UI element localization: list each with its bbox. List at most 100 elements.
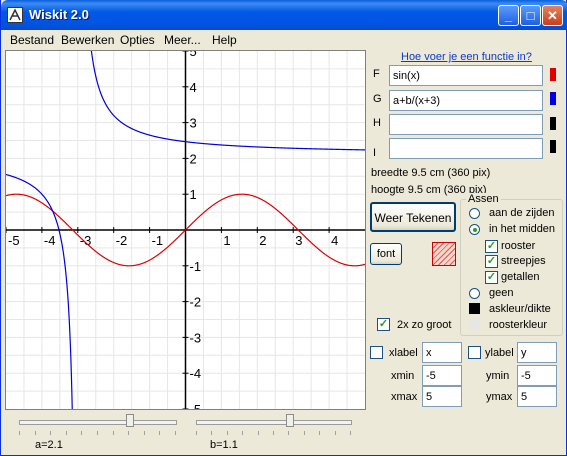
slider-tick [19, 431, 20, 435]
fill-pattern-button[interactable] [432, 242, 456, 266]
y-tick-label: 3 [190, 116, 197, 131]
axes-middle-radio[interactable] [469, 224, 480, 235]
function-g-color-swatch[interactable] [550, 92, 556, 105]
function-h-color-swatch[interactable] [550, 117, 556, 130]
slider-tick [288, 431, 290, 435]
slider-tick [226, 431, 228, 435]
slider-tick [257, 431, 259, 435]
menu-help[interactable]: Help [212, 33, 237, 47]
axes-none-label: geen [489, 287, 514, 299]
maximize-button[interactable]: □ [520, 5, 541, 26]
y-tick-label: 2 [190, 151, 197, 166]
slider-tick [50, 431, 52, 435]
slider-tick [112, 431, 114, 435]
grid-label: rooster [501, 240, 536, 252]
function-h-input[interactable] [389, 114, 543, 135]
ymin-label: ymin [486, 370, 510, 382]
y-tick-label: -5 [190, 402, 202, 409]
ymax-input[interactable]: 5 [517, 386, 557, 407]
menu-bewerken[interactable]: Bewerken [61, 33, 114, 47]
y-tick-label: -1 [190, 259, 202, 274]
menu-meer[interactable]: Meer... [164, 33, 201, 47]
y-tick-label: -2 [190, 295, 202, 310]
double-size-label: 2x zo groot [397, 319, 452, 331]
slider-tick [128, 431, 130, 435]
x-tick-label: 2 [259, 233, 266, 248]
font-button[interactable]: font [370, 243, 402, 265]
y-tick-label: 4 [190, 80, 197, 95]
function-f-label: F [373, 68, 380, 80]
grid-color-swatch[interactable] [469, 319, 480, 330]
axis-color-swatch[interactable] [469, 303, 480, 314]
slider-tick [34, 431, 36, 435]
slider-a-track[interactable] [19, 420, 177, 425]
slider-tick [143, 431, 145, 435]
menu-opties[interactable]: Opties [120, 33, 155, 47]
y-tick-label: -4 [190, 366, 202, 381]
slider-b-thumb[interactable] [285, 414, 294, 427]
width-info: breedte 9.5 cm (360 pix) [371, 167, 491, 179]
slider-tick [175, 431, 176, 435]
axes-groupbox [460, 199, 563, 336]
xmax-label: xmax [391, 391, 418, 403]
y-tick-label: 1 [190, 187, 197, 202]
title-bar[interactable]: Wiskit 2.0 _ □ ✕ [1, 0, 567, 30]
x-tick-label: 1 [223, 233, 230, 248]
slider-a-label: a=2.1 [35, 439, 63, 451]
close-button[interactable]: ✕ [542, 5, 563, 26]
slider-tick [65, 431, 67, 435]
grid-checkbox[interactable]: ✓ [485, 240, 498, 253]
slider-tick [273, 431, 274, 435]
function-f-color-swatch[interactable] [550, 68, 556, 81]
slider-tick [97, 431, 98, 435]
app-icon [7, 7, 23, 23]
x-tick-label: -5 [8, 233, 20, 248]
xlabel-label: xlabel [389, 347, 418, 359]
graph-canvas[interactable]: -5-4-3-2-1123454321-1-2-3-4-5 [5, 19, 366, 439]
numbers-checkbox[interactable]: ✓ [485, 271, 498, 284]
slider-tick [196, 431, 197, 435]
x-tick-label: -2 [116, 233, 128, 248]
slider-b-track[interactable] [196, 420, 352, 425]
x-tick-label: -1 [152, 233, 164, 248]
axes-group-title: Assen [466, 193, 501, 205]
slider-tick [350, 431, 351, 435]
function-i-label: I [373, 147, 377, 159]
ticks-checkbox[interactable]: ✓ [485, 255, 498, 268]
menu-bestand[interactable]: Bestand [10, 33, 54, 47]
function-g-label: G [373, 93, 382, 105]
ylabel-label: ylabel [485, 347, 514, 359]
slider-tick [81, 431, 83, 435]
minimize-button[interactable]: _ [498, 5, 519, 26]
function-f-input[interactable]: sin(x) [389, 65, 543, 86]
slider-tick [334, 431, 336, 435]
redraw-button[interactable]: Weer Tekenen [370, 202, 456, 232]
slider-tick [303, 431, 305, 435]
slider-tick [242, 431, 244, 435]
slider-a-thumb[interactable] [125, 414, 134, 427]
function-g-input[interactable]: a+b/(x+3) [389, 90, 543, 111]
ticks-label: streepjes [501, 255, 546, 267]
function-i-input[interactable] [389, 138, 543, 159]
xlabel-checkbox[interactable] [370, 346, 383, 359]
ylabel-checkbox[interactable] [468, 346, 481, 359]
function-h-label: H [373, 117, 381, 129]
function-i-color-swatch[interactable] [550, 140, 556, 153]
grid-color-label[interactable]: roosterkleur [489, 319, 547, 331]
app-window: Wiskit 2.0 _ □ ✕ Bestand Bewerken Opties… [0, 0, 567, 456]
xmax-input[interactable]: 5 [422, 386, 462, 407]
ymin-input[interactable]: -5 [517, 365, 557, 386]
axes-edges-radio[interactable] [469, 208, 480, 219]
double-size-checkbox[interactable]: ✓ [377, 318, 390, 331]
ymax-label: ymax [486, 391, 513, 403]
slider-tick [159, 431, 161, 435]
x-tick-label: -4 [44, 233, 56, 248]
axes-none-radio[interactable] [469, 288, 480, 299]
xmin-input[interactable]: -5 [422, 365, 462, 386]
slider-b-label: b=1.1 [210, 439, 238, 451]
axes-middle-label: in het midden [489, 223, 556, 235]
ylabel-input[interactable]: y [517, 342, 557, 363]
xlabel-input[interactable]: x [422, 342, 462, 363]
axis-color-label[interactable]: askleur/dikte [489, 303, 551, 315]
help-link[interactable]: Hoe voer je een functie in? [401, 51, 532, 63]
